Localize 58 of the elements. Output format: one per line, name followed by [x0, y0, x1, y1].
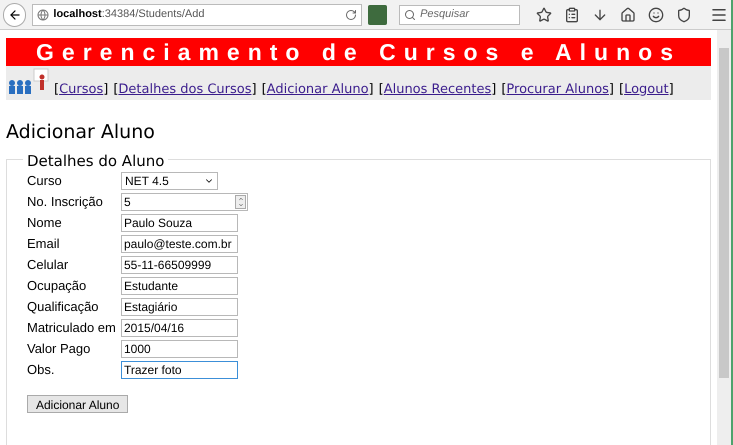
text-field[interactable]: Paulo Souza: [121, 214, 238, 232]
spinner-icon[interactable]: [235, 194, 246, 208]
text-field[interactable]: 55-11-66509999: [121, 256, 238, 274]
url-host: localhost: [53, 7, 102, 22]
field-label: Celular: [27, 256, 70, 274]
field-label: Obs.: [27, 360, 56, 379]
text-field[interactable]: 2015/04/16: [121, 318, 238, 336]
bracket: [: [113, 80, 118, 98]
course-select[interactable]: NET 4.5: [121, 172, 218, 190]
field-label: Matriculado em: [27, 318, 117, 337]
field-label: Nome: [27, 214, 63, 232]
bracket: [: [378, 80, 384, 98]
bracket: ]: [252, 80, 257, 98]
number-field[interactable]: 5: [121, 192, 248, 210]
search-field[interactable]: Pesquisar: [399, 4, 520, 24]
nav-link[interactable]: Cursos: [59, 80, 104, 99]
nav-link[interactable]: Procurar Alunos: [506, 80, 609, 99]
bracket: [: [501, 80, 506, 98]
text-field[interactable]: Estagiário: [121, 298, 238, 316]
text-field[interactable]: paulo@teste.com.br: [121, 234, 238, 252]
download-icon[interactable]: [592, 6, 608, 22]
nav-link[interactable]: Alunos Recentes: [384, 80, 492, 99]
bracket: [: [262, 80, 267, 98]
bracket: [: [619, 80, 624, 98]
bracket: ]: [668, 80, 674, 98]
text-field[interactable]: Trazer foto: [121, 360, 238, 378]
field-label: Curso: [27, 172, 63, 190]
reload-icon[interactable]: [344, 8, 357, 20]
url-path: :34384/Students/Add: [102, 7, 206, 22]
bracket: ]: [368, 80, 374, 98]
submit-button[interactable]: Adicionar Aluno: [27, 394, 128, 412]
globe-icon: [37, 8, 50, 20]
bracket: ]: [491, 80, 496, 98]
clipboard-icon[interactable]: [564, 6, 580, 22]
field-label: Valor Pago: [27, 340, 92, 358]
bracket: ]: [608, 80, 614, 98]
smile-icon[interactable]: [648, 6, 664, 22]
nav-link[interactable]: Adicionar Aluno: [266, 80, 369, 99]
url-bar[interactable]: localhost:34384/Students/Add: [32, 4, 362, 26]
nav-link[interactable]: Detalhes dos Cursos: [118, 80, 252, 99]
field-label: No. Inscrição: [27, 192, 104, 211]
extension-icon[interactable]: [368, 4, 388, 24]
banner: Gerenciamento de Cursos e Alunos: [6, 38, 711, 66]
bracket: ]: [103, 80, 108, 98]
field-label: Qualificação: [27, 298, 100, 316]
scrollbar[interactable]: [717, 30, 731, 445]
scrollbar-thumb[interactable]: [719, 48, 729, 378]
field-label: Ocupação: [27, 276, 88, 295]
text-field[interactable]: Estudante: [121, 276, 238, 294]
field-label: Email: [27, 234, 61, 253]
text-field[interactable]: 1000: [121, 340, 238, 358]
nav-link[interactable]: Logout: [624, 80, 669, 99]
bracket: [: [54, 80, 60, 98]
star-icon[interactable]: [536, 6, 552, 22]
home-icon[interactable]: [620, 6, 636, 22]
search-icon: [404, 8, 416, 20]
page-title: Adicionar Aluno: [6, 120, 156, 145]
back-button[interactable]: [3, 2, 26, 26]
